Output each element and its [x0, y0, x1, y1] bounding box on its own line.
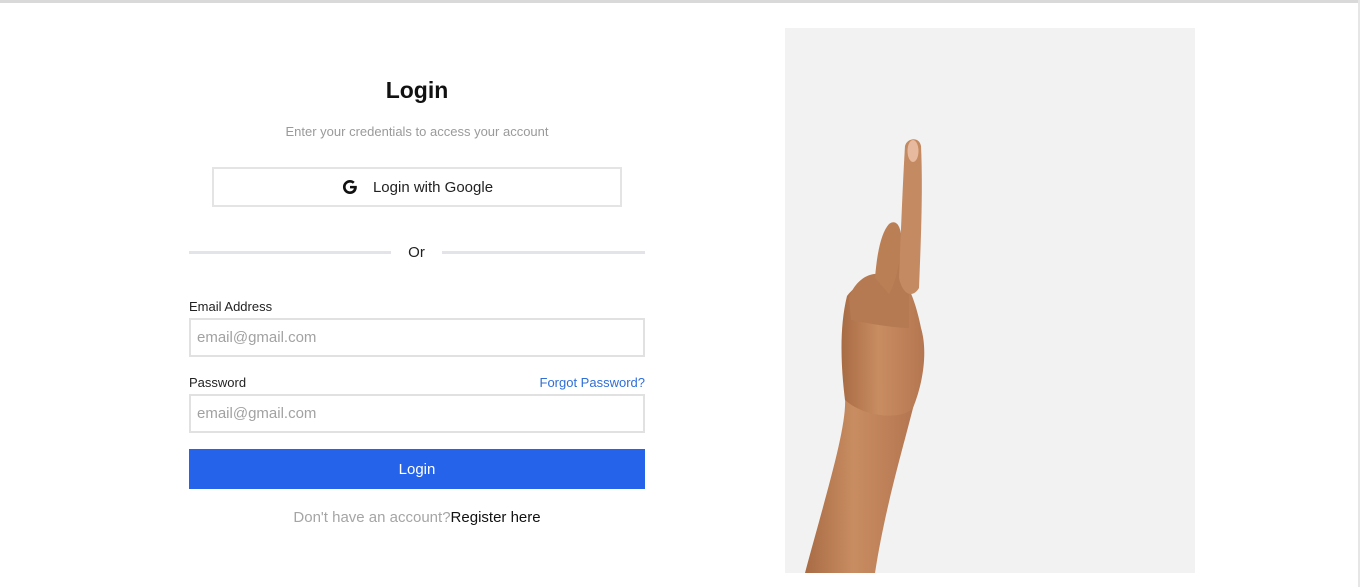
login-with-google-label: Login with Google [372, 178, 494, 196]
register-prompt: Don't have an account?Register here [189, 509, 645, 526]
register-link[interactable]: Register here [451, 509, 541, 526]
pointing-hand-image [805, 139, 925, 573]
page-subtitle: Enter your credentials to access your ac… [285, 124, 549, 139]
google-g-icon [342, 179, 357, 195]
email-label: Email Address [189, 299, 273, 314]
password-input[interactable] [189, 394, 645, 433]
or-divider: Or [189, 243, 645, 263]
window-top-border [0, 0, 1360, 3]
forgot-password-link[interactable]: Forgot Password? [540, 375, 646, 390]
register-prompt-text: Don't have an account? [293, 509, 451, 526]
password-label: Password [189, 375, 247, 390]
divider-line-right [442, 251, 645, 254]
login-submit-button[interactable]: Login [189, 449, 645, 489]
email-input[interactable] [189, 318, 645, 357]
divider-line-left [189, 251, 391, 254]
page-title: Login [385, 77, 449, 103]
divider-or-text: Or [408, 244, 425, 261]
hand-illustration-panel [785, 28, 1195, 573]
login-with-google-button[interactable]: Login with Google [212, 167, 622, 207]
